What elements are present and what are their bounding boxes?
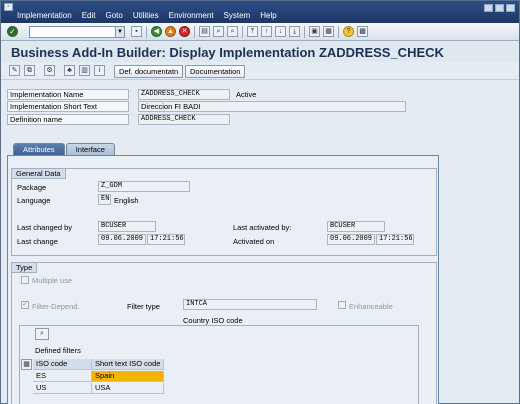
activated-on-label: Activated on [233,237,275,246]
definition-name-field[interactable]: ADDRESS_CHECK [138,114,230,125]
filter-depend-label: Filter-Depend. [32,302,80,311]
iso-code-cell[interactable]: US [33,383,92,394]
help-icon[interactable]: ? [343,26,354,37]
menu-implementation[interactable]: Implementation [17,11,72,20]
next-page-icon[interactable]: ↓ [275,26,286,37]
column-header-short-text[interactable]: Short text ISO code [92,359,164,370]
last-change-time-field[interactable]: 17:21:56 [147,234,185,245]
filter-type-field[interactable]: INTCA [183,299,317,310]
enhanceable-label: Enhanceable [349,302,393,311]
language-label: Language [17,196,51,205]
menu-edit[interactable]: Edit [82,11,96,20]
short-text-cell[interactable]: USA [92,383,164,394]
last-changed-by-label: Last changed by [17,223,73,232]
defined-filters-label: Defined filters [35,346,81,355]
minimize-icon[interactable] [484,4,493,12]
menu-utilities[interactable]: Utilities [133,11,159,20]
column-header-iso-code[interactable]: ISO code [33,359,92,370]
page-title: Business Add-In Builder: Display Impleme… [11,45,444,60]
hierarchy-icon[interactable]: ♣ [64,65,75,76]
print-icon[interactable]: ▤ [199,26,210,37]
window-controls [484,4,515,12]
exit-icon[interactable]: ▲ [165,26,176,37]
last-page-icon[interactable]: ⤓ [289,26,300,37]
select-all-icon[interactable]: ▦ [21,359,32,370]
standard-toolbar: ✓ ▼ ▪ ◀ ▲ ✕ ▤ ⌕ ⌕ ⤒ ↑ ↓ ⤓ ▣ ▦ ? ▩ [1,23,519,41]
last-activated-by-field[interactable]: BCUSER [327,221,385,232]
enter-check-icon[interactable]: ✓ [7,26,18,37]
menu-environment[interactable]: Environment [169,11,214,20]
cancel-icon[interactable]: ✕ [179,26,190,37]
create-session-icon[interactable]: ▣ [309,26,320,37]
display-change-icon[interactable]: ✎ [9,65,20,76]
close-icon[interactable] [506,4,515,12]
last-change-label: Last change [17,237,58,246]
activated-on-time-field[interactable]: 17:21:56 [376,234,414,245]
chevron-down-icon[interactable]: ▼ [115,27,124,37]
iso-code-cell[interactable]: ES [33,371,92,382]
language-name: English [114,196,139,205]
find-icon[interactable]: ⌕ [213,26,224,37]
multiple-use-label: Multiple use [32,276,73,285]
table-row[interactable]: US USA [33,383,164,394]
toolbar-separator [194,26,195,38]
short-text-label: Implementation Short Text [7,101,129,112]
menu-goto[interactable]: Goto [106,11,123,20]
toolbar-separator [304,26,305,38]
impl-status: Active [236,90,257,99]
menu-system[interactable]: System [224,11,251,20]
first-page-icon[interactable]: ⤒ [247,26,258,37]
toolbar-separator [146,26,147,38]
where-used-icon[interactable]: ▥ [79,65,90,76]
toolbar-separator [242,26,243,38]
last-changed-by-field[interactable]: BCUSER [98,221,156,232]
definition-name-label: Definition name [7,114,129,125]
table-row[interactable]: ES Spain [33,371,164,382]
search-icon[interactable]: ⌕ [35,328,49,340]
layout-menu-icon[interactable]: ▩ [357,26,368,37]
application-toolbar: ✎ ⧉ ⚙ ♣ ▥ i Def. documentatn Documentati… [1,62,519,80]
menu-help[interactable]: Help [260,11,276,20]
other-object-icon[interactable]: ⧉ [24,65,35,76]
title-bar: Business Add-In Builder: Display Impleme… [1,42,519,62]
documentation-button[interactable]: Documentation [185,65,246,78]
last-change-date-field[interactable]: 09.06.2009 [98,234,146,245]
maximize-icon[interactable] [495,4,504,12]
short-text-field[interactable]: Direccion FI BADI [138,101,406,112]
filter-depend-checkbox[interactable]: ✓ [21,301,29,309]
toolbar-separator [338,26,339,38]
find-next-icon[interactable]: ⌕ [227,26,238,37]
impl-name-label: Implementation Name [7,89,129,100]
previous-page-icon[interactable]: ↑ [261,26,272,37]
save-icon[interactable]: ▪ [131,26,142,37]
back-icon[interactable]: ◀ [151,26,162,37]
language-code-field[interactable]: EN [98,194,111,205]
last-activated-by-label: Last activated by: [233,223,292,232]
filter-type-label: Filter type [127,302,160,311]
def-documentation-button[interactable]: Def. documentatn [114,65,184,78]
general-data-title: General Data [12,169,66,179]
package-label: Package [17,183,47,192]
command-field[interactable]: ▼ [29,26,125,38]
enhanceable-checkbox[interactable] [338,301,346,309]
activated-on-date-field[interactable]: 09.06.2009 [327,234,375,245]
multiple-use-checkbox[interactable] [21,276,29,284]
sap-window: ▫ Implementation Edit Goto Utilities Env… [0,0,520,404]
sap-logo-icon[interactable]: ▫ [4,3,13,11]
type-title: Type [12,263,38,273]
info-icon[interactable]: i [94,65,105,76]
table-header-row: ISO code Short text ISO code [33,359,164,370]
menu-bar: ▫ Implementation Edit Goto Utilities Env… [1,1,519,23]
short-text-cell[interactable]: Spain [92,371,164,382]
menu-items: Implementation Edit Goto Utilities Envir… [17,11,277,20]
impl-name-field[interactable]: ZADDRESS_CHECK [138,89,230,100]
filter-type-description: Country ISO code [183,316,243,325]
package-field[interactable]: Z_GDM [98,181,190,192]
activate-icon[interactable]: ⚙ [44,65,55,76]
shortcut-icon[interactable]: ▦ [323,26,334,37]
